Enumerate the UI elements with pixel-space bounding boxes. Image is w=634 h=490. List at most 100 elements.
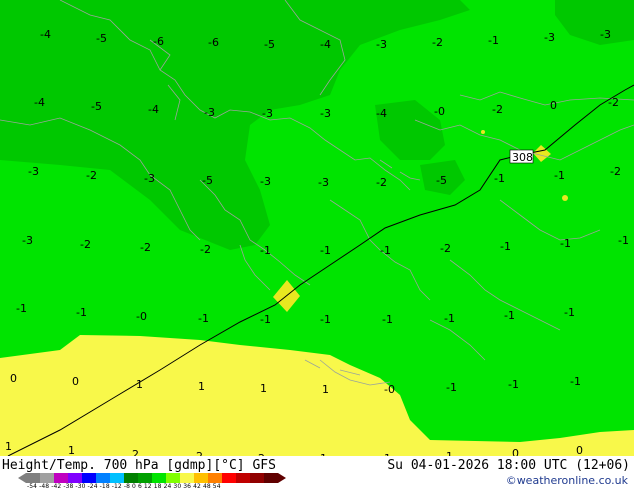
temperature-label: 1 (68, 444, 75, 456)
temperature-label: -3 (544, 31, 555, 44)
weather-map-panel: 308 -4 -5 -6 -6 -5 -4 -3 -2 -1 -3 -3 -4 -5 -4 -3 -3 -3 -4… (0, 0, 634, 490)
temperature-label: -2 (440, 242, 451, 255)
map-title: Height/Temp. 700 hPa [gdmp][°C] GFS (2, 458, 276, 473)
temperature-label: -1 (380, 244, 391, 257)
temperature-label: 0 (512, 447, 519, 456)
temperature-label: -1 (618, 234, 629, 247)
temperature-label: -0 (434, 105, 445, 118)
scale-cell (180, 473, 194, 483)
temperature-label: -4 (40, 28, 51, 41)
temperature-label: -1 (446, 381, 457, 394)
temperature-label: -3 (262, 107, 273, 120)
temperature-label: -2 (608, 96, 619, 109)
temperature-label: -5 (264, 38, 275, 51)
temperature-label: -1 (320, 244, 331, 257)
temperature-label: -2 (492, 103, 503, 116)
map-footer: Height/Temp. 700 hPa [gdmp][°C] GFS Su 0… (0, 456, 634, 490)
temperature-label: -6 (153, 35, 164, 48)
scale-cell (152, 473, 166, 483)
temperature-label: -3 (320, 107, 331, 120)
temperature-label: -1 (500, 240, 511, 253)
scale-cell (166, 473, 180, 483)
temperature-label: -1 (564, 306, 575, 319)
temperature-label: -6 (208, 36, 219, 49)
scale-cell (138, 473, 152, 483)
temperature-label: -1 (260, 313, 271, 326)
temperature-label: -3 (318, 176, 329, 189)
temperature-label: -3 (600, 28, 611, 41)
temperature-label: -3 (204, 106, 215, 119)
credit-link[interactable]: ©weatheronline.co.uk (506, 474, 628, 487)
temperature-label: -5 (96, 32, 107, 45)
temperature-label: -1 (382, 313, 393, 326)
temperature-label: 1 (260, 382, 267, 395)
scale-arrow-right (278, 473, 286, 483)
color-scale-labels: -54 -48 -42 -38 -30 -24 -18 -12 -8 0 6 1… (27, 483, 221, 490)
temperature-label: -2 (140, 241, 151, 254)
temperature-label: -1 (508, 378, 519, 391)
temperature-label: -1 (494, 172, 505, 185)
temperature-label: -1 (488, 34, 499, 47)
temperature-label: -3 (22, 234, 33, 247)
temperature-label: -5 (436, 174, 447, 187)
temperature-label: -2 (80, 238, 91, 251)
temperature-label: -1 (198, 312, 209, 325)
temperature-label: -3 (144, 172, 155, 185)
temperature-label: 1 (5, 440, 12, 453)
contour-label: 308 (512, 151, 533, 164)
temperature-label: -4 (320, 38, 331, 51)
color-scale-bar (18, 473, 286, 483)
scale-cell (54, 473, 68, 483)
temperature-label: 1 (322, 383, 329, 396)
scale-cell (82, 473, 96, 483)
scale-cell (208, 473, 222, 483)
temperature-label: -1 (504, 309, 515, 322)
temperature-label: -5 (91, 100, 102, 113)
scale-cell (250, 473, 264, 483)
scale-cell (40, 473, 54, 483)
scale-cell (222, 473, 236, 483)
temperature-label: -1 (16, 302, 27, 315)
temperature-label: -1 (554, 169, 565, 182)
temperature-label: 0 (550, 99, 557, 112)
temperature-label: 0 (72, 375, 79, 388)
temperature-map: 308 -4 -5 -6 -6 -5 -4 -3 -2 -1 -3 -3 -4 -5 -4 -3 -3 -3 -4… (0, 0, 634, 456)
temperature-label: -3 (28, 165, 39, 178)
temperature-label: -2 (86, 169, 97, 182)
temperature-label: -1 (444, 312, 455, 325)
temperature-label: -0 (384, 383, 395, 396)
temperature-label: -1 (560, 237, 571, 250)
temperature-label: -2 (376, 176, 387, 189)
temperature-label: 0 (576, 444, 583, 456)
temperature-label: 2 (132, 448, 139, 456)
temperature-label: -1 (570, 375, 581, 388)
scale-cell (236, 473, 250, 483)
temperature-label: 1 (136, 378, 143, 391)
scale-cell (264, 473, 278, 483)
temperature-label: 1 (198, 380, 205, 393)
scale-cell (68, 473, 82, 483)
scale-arrow-left (18, 473, 26, 483)
temperature-label: -1 (260, 244, 271, 257)
warm-dot-northeast (481, 130, 485, 134)
warm-dot-east (562, 195, 568, 201)
temperature-label: -1 (320, 313, 331, 326)
temperature-label: -2 (432, 36, 443, 49)
temperature-label: -4 (148, 103, 159, 116)
temperature-label: -3 (260, 175, 271, 188)
temperature-label: 0 (10, 372, 17, 385)
scale-cell (124, 473, 138, 483)
forecast-datetime: Su 04-01-2026 18:00 UTC (12+06) (387, 458, 630, 473)
scale-cell (194, 473, 208, 483)
temperature-label: -5 (202, 174, 213, 187)
temperature-label: -4 (34, 96, 45, 109)
scale-cell (110, 473, 124, 483)
temperature-label: -0 (136, 310, 147, 323)
scale-cell (26, 473, 40, 483)
temperature-label: -2 (610, 165, 621, 178)
temperature-label: -2 (200, 243, 211, 256)
temperature-label: -3 (376, 38, 387, 51)
temperature-label: -1 (76, 306, 87, 319)
scale-cell (96, 473, 110, 483)
temperature-label: -4 (376, 107, 387, 120)
